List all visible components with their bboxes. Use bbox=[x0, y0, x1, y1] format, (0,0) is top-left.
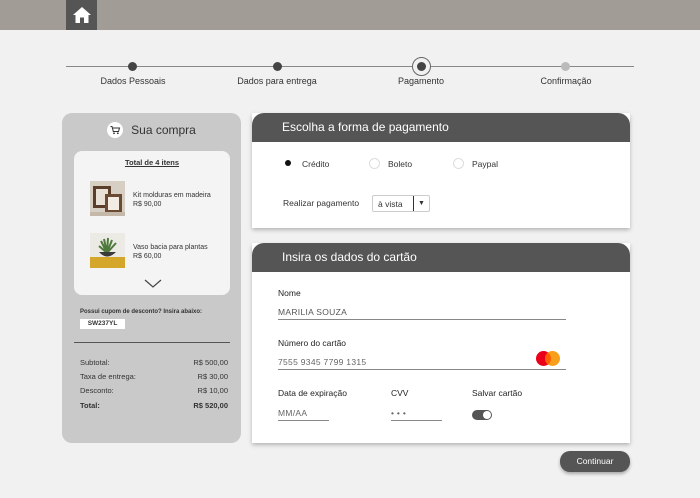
installment-label: Realizar pagamento bbox=[283, 198, 360, 208]
summary-value: R$ 10,00 bbox=[197, 386, 228, 395]
list-item[interactable]: Vaso bacia para plantas R$ 60,00 bbox=[90, 233, 230, 269]
radio-button[interactable] bbox=[453, 158, 464, 169]
coupon-label: Possui cupom de desconto? Insira abaixo: bbox=[80, 309, 203, 315]
continue-button[interactable]: Continuar bbox=[560, 451, 630, 472]
cvv-field[interactable]: • • • bbox=[391, 408, 442, 421]
installment-value: à vista bbox=[378, 198, 403, 209]
step-dot bbox=[273, 62, 282, 71]
chevron-down-icon[interactable] bbox=[144, 277, 162, 289]
radio-button[interactable] bbox=[369, 158, 380, 169]
step-label: Confirmação bbox=[540, 76, 592, 86]
expiry-field[interactable]: MM/AA bbox=[278, 408, 329, 421]
cart-icon bbox=[107, 122, 124, 138]
step-label: Dados Pessoais bbox=[100, 76, 166, 86]
summary-label: Desconto: bbox=[80, 386, 114, 395]
radio-label: Crédito bbox=[302, 158, 330, 169]
name-field[interactable]: MARILIA SOUZA bbox=[278, 307, 566, 320]
expiry-label: Data de expiração bbox=[278, 388, 347, 398]
radio-credito[interactable]: Crédito bbox=[283, 158, 329, 169]
summary-label: Total: bbox=[80, 401, 100, 410]
cart-title: Sua compra bbox=[131, 123, 196, 137]
cart-header: Sua compra bbox=[62, 121, 241, 139]
card-number-label: Número do cartão bbox=[278, 338, 347, 348]
list-item[interactable]: Kit molduras em madeira R$ 90,00 bbox=[90, 181, 230, 217]
cvv-label: CVV bbox=[391, 388, 409, 398]
home-icon bbox=[72, 7, 91, 23]
name-label: Nome bbox=[278, 288, 301, 298]
item-thumbnail bbox=[90, 233, 125, 268]
summary-row-delivery: Taxa de entrega: R$ 30,00 bbox=[80, 372, 228, 381]
card-number-field[interactable]: 7555 9345 7799 1315 bbox=[278, 357, 566, 370]
top-bar bbox=[0, 0, 700, 30]
checkout-stepper: Dados Pessoais Dados para entrega Pagame… bbox=[0, 57, 700, 98]
divider bbox=[74, 342, 230, 343]
coupon-input[interactable]: SW237YL bbox=[80, 319, 125, 329]
summary-row-total: Total: R$ 520,00 bbox=[80, 401, 228, 410]
item-price: R$ 90,00 bbox=[133, 201, 162, 208]
dropdown-arrow-icon: ▼ bbox=[413, 196, 429, 211]
radio-boleto[interactable]: Boleto bbox=[369, 158, 412, 169]
item-name: Vaso bacia para plantas bbox=[133, 244, 208, 251]
stepper-line bbox=[66, 66, 634, 67]
mastercard-icon bbox=[536, 351, 560, 366]
installment-select[interactable]: à vista ▼ bbox=[372, 195, 430, 212]
total-items: Total de 4 itens bbox=[124, 158, 180, 167]
payment-method-title: Escolha a forma de pagamento bbox=[252, 113, 630, 142]
step-label: Dados para entrega bbox=[237, 76, 317, 86]
save-card-label: Salvar cartão bbox=[472, 388, 523, 398]
radio-button[interactable] bbox=[283, 158, 294, 169]
summary-label: Subtotal: bbox=[80, 358, 110, 367]
item-thumbnail bbox=[90, 181, 125, 216]
home-button[interactable] bbox=[66, 0, 97, 30]
card-details-title: Insira os dados do cartão bbox=[252, 243, 630, 272]
summary-row-discount: Desconto: R$ 10,00 bbox=[80, 386, 228, 395]
step-dot-current bbox=[412, 57, 431, 76]
card-details-panel: Insira os dados do cartão Nome MARILIA S… bbox=[252, 243, 630, 443]
payment-method-panel: Escolha a forma de pagamento Crédito Bol… bbox=[252, 113, 630, 228]
summary-value: R$ 500,00 bbox=[193, 358, 228, 367]
summary-label: Taxa de entrega: bbox=[80, 372, 136, 381]
summary-value: R$ 30,00 bbox=[197, 372, 228, 381]
cart-panel: Sua compra Total de 4 itens Kit molduras… bbox=[62, 113, 241, 443]
cart-items-box: Total de 4 itens Kit molduras em madeira… bbox=[74, 151, 230, 295]
save-card-toggle[interactable] bbox=[472, 410, 492, 420]
step-label: Pagamento bbox=[397, 76, 445, 86]
radio-paypal[interactable]: Paypal bbox=[453, 158, 498, 169]
item-name: Kit molduras em madeira bbox=[133, 192, 211, 199]
radio-label: Paypal bbox=[472, 158, 498, 169]
summary-value: R$ 520,00 bbox=[193, 401, 228, 410]
radio-label: Boleto bbox=[388, 158, 413, 169]
step-dot bbox=[128, 62, 137, 71]
step-dot bbox=[561, 62, 570, 71]
summary-row-subtotal: Subtotal: R$ 500,00 bbox=[80, 358, 228, 367]
item-price: R$ 60,00 bbox=[133, 253, 162, 260]
